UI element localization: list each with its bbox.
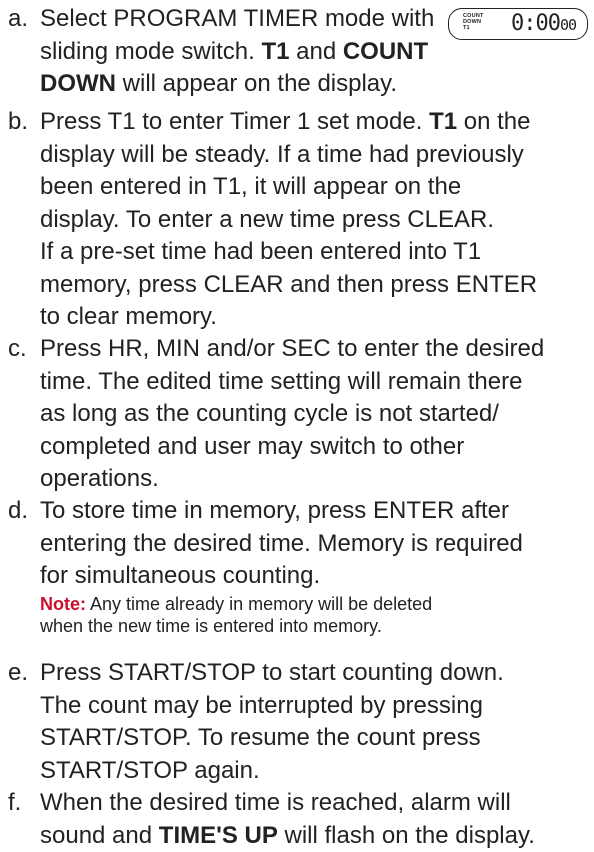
step-line: To store time in memory, press ENTER aft… [40, 495, 590, 528]
step-marker: b. [8, 106, 28, 139]
step-marker: c. [8, 333, 27, 366]
step-text: When the desired time is reached, alarm … [40, 787, 590, 852]
text-run: and [289, 38, 342, 65]
text-run: Press HR, MIN and/or SEC to enter the de… [40, 335, 544, 362]
step-line: sliding mode switch. T1 and COUNT [40, 36, 590, 69]
step-text: Press START/STOP to start counting down.… [40, 657, 590, 787]
display-time-seconds: 00 [560, 16, 576, 34]
text-run: to clear memory. [40, 303, 217, 330]
text-run: display will be steady. If a time had pr… [40, 141, 524, 168]
step-marker: a. [8, 3, 28, 36]
text-run: memory, press CLEAR and then press ENTER [40, 271, 537, 298]
text-run: Press T1 to enter Timer 1 set mode. [40, 108, 429, 135]
text-run: time. The edited time setting will remai… [40, 368, 522, 395]
step-marker: d. [8, 495, 28, 528]
text-run: If a pre-set time had been entered into … [40, 238, 481, 265]
text-run: START/STOP. To resume the count press [40, 724, 481, 751]
step-text: To store time in memory, press ENTER aft… [40, 495, 590, 637]
step-line: been entered in T1, it will appear on th… [40, 171, 590, 204]
text-run: completed and user may switch to other [40, 433, 464, 460]
text-run: been entered in T1, it will appear on th… [40, 173, 461, 200]
step-line: DOWN will appear on the display. [40, 68, 590, 101]
text-run: Select PROGRAM TIMER mode with [40, 5, 434, 32]
step-line: Press HR, MIN and/or SEC to enter the de… [40, 333, 590, 366]
text-run: entering the desired time. Memory is req… [40, 530, 523, 557]
text-run: for simultaneous counting. [40, 562, 320, 589]
step-line: Press START/STOP to start counting down. [40, 657, 590, 690]
step-line: memory, press CLEAR and then press ENTER [40, 269, 590, 302]
display-indicator-labels: COUNT DOWN T1 [463, 13, 484, 31]
step-line: display will be steady. If a time had pr… [40, 139, 590, 172]
text-run: START/STOP again. [40, 757, 260, 784]
step-line: When the desired time is reached, alarm … [40, 787, 590, 820]
bold-term: T1 [261, 38, 289, 65]
step-line: entering the desired time. Memory is req… [40, 528, 590, 561]
step-line: START/STOP again. [40, 755, 590, 788]
step-line: time. The edited time setting will remai… [40, 366, 590, 399]
step-line: sound and TIME'S UP will flash on the di… [40, 820, 590, 852]
step-line: START/STOP. To resume the count press [40, 722, 590, 755]
text-run: Press START/STOP to start counting down. [40, 659, 504, 686]
step-line: display. To enter a new time press CLEAR… [40, 204, 590, 237]
text-run: as long as the counting cycle is not sta… [40, 400, 499, 427]
bold-term: T1 [429, 108, 457, 135]
step-line: for simultaneous counting. [40, 560, 590, 593]
text-run: To store time in memory, press ENTER aft… [40, 497, 509, 524]
note-line: Note: Any time already in memory will be… [40, 593, 590, 615]
display-digits: 0:0000 [511, 11, 576, 38]
step-line: Press T1 to enter Timer 1 set mode. T1 o… [40, 106, 590, 139]
step-text: Press T1 to enter Timer 1 set mode. T1 o… [40, 106, 590, 334]
step-line: completed and user may switch to other [40, 431, 590, 464]
step-line: as long as the counting cycle is not sta… [40, 398, 590, 431]
timer-display-icon: COUNT DOWN T1 0:0000 [448, 8, 588, 40]
display-label-t1: T1 [463, 25, 484, 31]
text-run: display. To enter a new time press CLEAR… [40, 206, 494, 233]
text-run: sliding mode switch. [40, 38, 261, 65]
step-line: to clear memory. [40, 301, 590, 334]
text-run: The count may be interrupted by pressing [40, 692, 483, 719]
text-run: operations. [40, 465, 159, 492]
bold-term: COUNT [343, 38, 428, 65]
text-run: sound and [40, 822, 159, 849]
bold-term: DOWN [40, 70, 116, 97]
bold-term: TIME'S UP [159, 822, 278, 849]
step-marker: f. [8, 787, 21, 820]
step-line: The count may be interrupted by pressing [40, 690, 590, 723]
note-text: Any time already in memory will be delet… [90, 594, 432, 614]
text-run: on the [457, 108, 530, 135]
step-marker: e. [8, 657, 28, 690]
step-line: operations. [40, 463, 590, 496]
note-label: Note: [40, 594, 86, 614]
text-run: will flash on the display. [278, 822, 535, 849]
text-run: will appear on the display. [116, 70, 397, 97]
text-run: When the desired time is reached, alarm … [40, 789, 511, 816]
note-text: when the new time is entered into memory… [40, 616, 382, 636]
note-line: when the new time is entered into memory… [40, 615, 590, 637]
step-line: If a pre-set time had been entered into … [40, 236, 590, 269]
display-time-main: 0:00 [511, 11, 560, 36]
step-text: Press HR, MIN and/or SEC to enter the de… [40, 333, 590, 496]
